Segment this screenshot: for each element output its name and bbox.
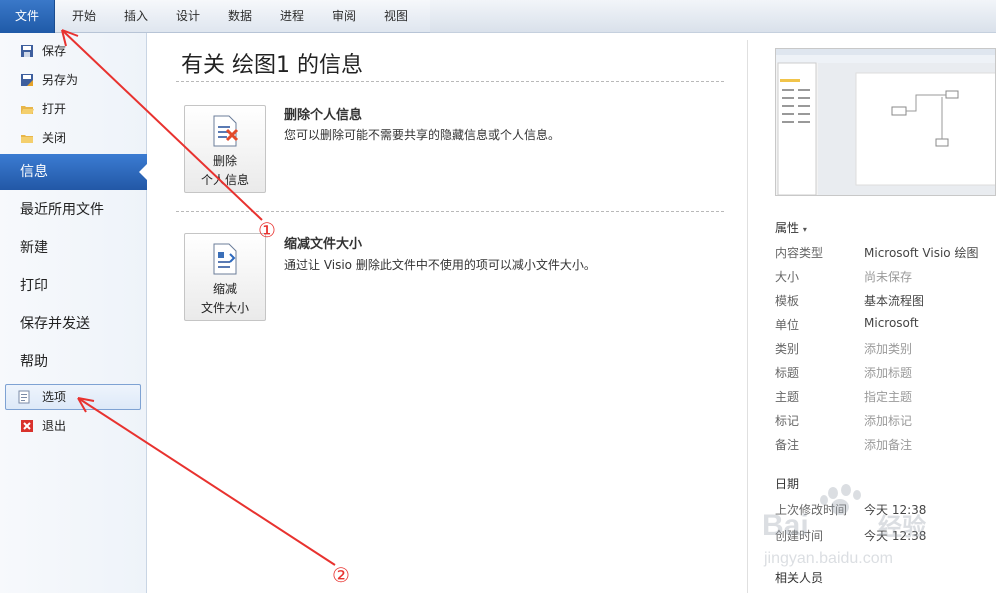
- prop-value-category[interactable]: 添加类别: [864, 340, 912, 357]
- remove-personal-info-button[interactable]: 删除 个人信息: [184, 105, 266, 193]
- reduce-file-size-button[interactable]: 缩减 文件大小: [184, 233, 266, 321]
- section-divider: [176, 211, 724, 212]
- remove-personal-info-button-line1: 删除: [212, 154, 237, 168]
- properties-header-label: 属性: [775, 221, 800, 235]
- nav-tab-save-send[interactable]: 保存并发送: [0, 306, 147, 342]
- nav-tab-recent[interactable]: 最近所用文件: [0, 192, 147, 228]
- prop-key-content-type: 内容类型: [775, 246, 824, 260]
- file-tab[interactable]: 文件: [0, 0, 55, 33]
- document-thumbnail[interactable]: [775, 48, 996, 196]
- reduce-file-size-heading: 缩减文件大小: [284, 237, 363, 252]
- exit-label: 退出: [42, 419, 67, 433]
- prop-key-subject: 主题: [775, 390, 800, 404]
- backstage-nav: 保存 另存为 打开 关闭 信息 最近所用文件 新建 打印 保存并发送 帮助 选项…: [0, 33, 147, 593]
- ribbon-tab-bar: 文件 开始 插入 设计 数据 进程 审阅 视图: [0, 0, 996, 33]
- prop-value-size: 尚未保存: [864, 270, 913, 284]
- svg-text:Bai: Bai: [762, 509, 809, 542]
- prop-key-size: 大小: [775, 270, 800, 284]
- thumbnail-preview: [776, 49, 995, 195]
- annotation-marker-2: ②: [332, 563, 350, 587]
- nav-tab-new[interactable]: 新建: [0, 230, 147, 266]
- save-as-icon: [21, 74, 33, 86]
- save-as-label: 另存为: [42, 73, 79, 87]
- options-icon: [18, 390, 30, 404]
- reduce-file-size-button-line2: 文件大小: [200, 301, 249, 315]
- title-divider: [176, 81, 724, 82]
- prop-value-tags[interactable]: 添加标记: [864, 412, 912, 429]
- open-label: 打开: [42, 102, 67, 116]
- page-title: 有关 绘图1 的信息: [181, 53, 363, 78]
- reduce-file-size-button-line1: 缩减: [212, 282, 237, 296]
- exit-icon: [21, 420, 33, 432]
- baidu-jingyan-watermark: Bai 经验 jingyan.baidu.com: [762, 484, 926, 567]
- prop-value-content-type: Microsoft Visio 绘图: [864, 246, 979, 260]
- tab-view[interactable]: 视图: [374, 0, 418, 33]
- nav-tab-print[interactable]: 打印: [0, 268, 147, 304]
- options-command[interactable]: 选项: [5, 384, 141, 410]
- prop-key-comments: 备注: [775, 438, 800, 452]
- prop-key-title: 标题: [775, 366, 800, 380]
- document-delete-icon: [213, 115, 239, 147]
- prop-value-title[interactable]: 添加标题: [864, 364, 912, 381]
- close-folder-icon: [21, 135, 33, 143]
- prop-key-tags: 标记: [775, 414, 800, 428]
- prop-value-template: 基本流程图: [864, 294, 925, 308]
- tab-review[interactable]: 审阅: [322, 0, 366, 33]
- open-folder-icon: [21, 106, 34, 114]
- prop-value-comments[interactable]: 添加备注: [864, 436, 912, 453]
- reduce-file-size-description: 通过让 Visio 删除此文件中不使用的项可以减小文件大小。: [284, 258, 596, 272]
- save-label: 保存: [42, 44, 67, 58]
- svg-text:jingyan.baidu.com: jingyan.baidu.com: [763, 550, 893, 567]
- prop-value-units: Microsoft: [864, 316, 919, 330]
- prop-key-units: 单位: [775, 318, 800, 332]
- tab-insert[interactable]: 插入: [114, 0, 158, 33]
- save-icon: [21, 45, 33, 57]
- tab-design[interactable]: 设计: [166, 0, 210, 33]
- prop-key-category: 类别: [775, 342, 800, 356]
- prop-value-subject[interactable]: 指定主题: [864, 388, 912, 405]
- tab-data[interactable]: 数据: [218, 0, 262, 33]
- tab-process[interactable]: 进程: [270, 0, 314, 33]
- remove-personal-info-button-line2: 个人信息: [200, 173, 249, 187]
- nav-tab-info[interactable]: 信息: [0, 154, 147, 190]
- remove-personal-info-heading: 删除个人信息: [284, 108, 363, 123]
- svg-text:经验: 经验: [878, 513, 926, 541]
- chevron-down-icon: ▾: [802, 225, 807, 234]
- options-label: 选项: [42, 390, 67, 404]
- ribbon-blurred-area: [430, 0, 996, 33]
- panel-separator: [747, 40, 748, 593]
- remove-personal-info-description: 您可以删除可能不需要共享的隐藏信息或个人信息。: [284, 128, 561, 142]
- close-label: 关闭: [42, 131, 67, 145]
- document-compress-icon: [213, 243, 237, 275]
- tab-home[interactable]: 开始: [62, 0, 106, 33]
- nav-tab-help[interactable]: 帮助: [0, 344, 147, 380]
- properties-header[interactable]: 属性 ▾: [775, 219, 807, 236]
- prop-key-template: 模板: [775, 294, 800, 308]
